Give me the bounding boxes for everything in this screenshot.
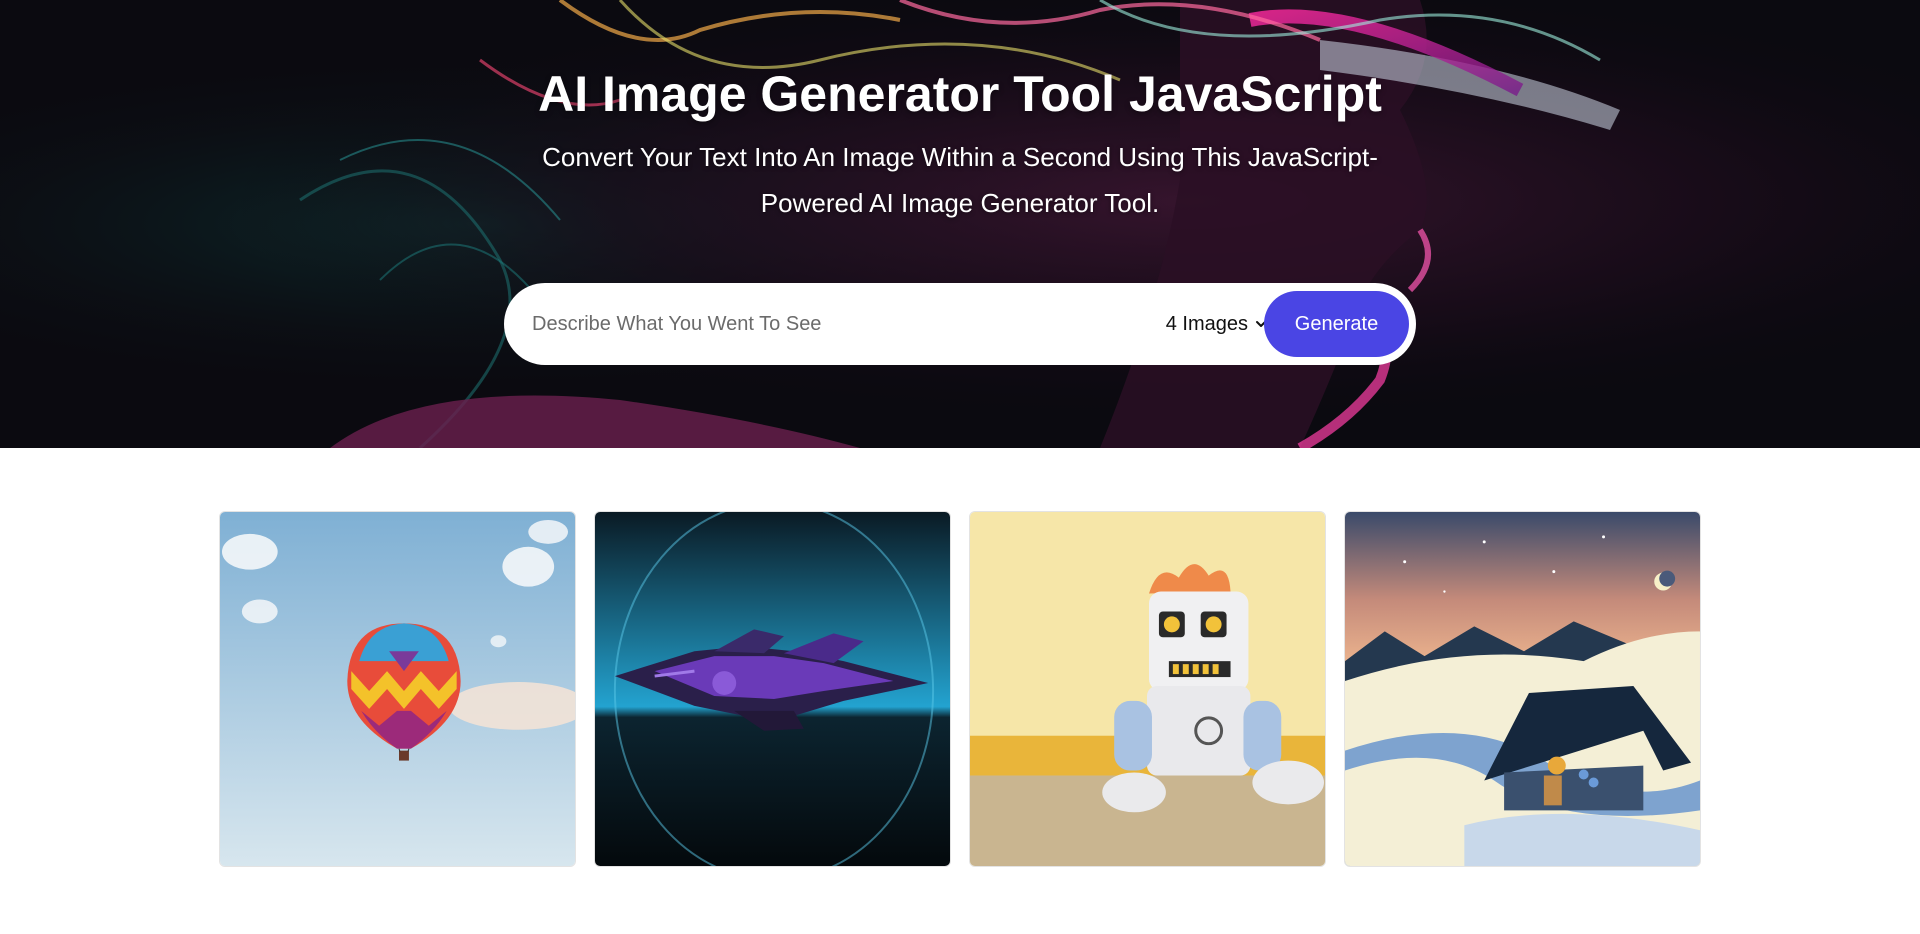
gallery-card[interactable] [219, 511, 576, 867]
image-count-value: 4 Images [1165, 312, 1248, 335]
hero-section: AI Image Generator Tool JavaScript Conve… [0, 0, 1920, 448]
robot-toy-image [970, 512, 1325, 866]
hot-air-balloon-image [220, 512, 575, 866]
image-count-select[interactable]: 4 Images [1138, 305, 1268, 343]
gallery-card[interactable] [969, 511, 1326, 867]
snowy-house-image [1345, 512, 1700, 866]
page-title: AI Image Generator Tool JavaScript [538, 66, 1382, 122]
generate-button[interactable]: Generate [1264, 291, 1409, 357]
gallery-card[interactable] [1344, 511, 1701, 867]
page-subtitle: Convert Your Text Into An Image Within a… [542, 142, 1378, 218]
spaceship-image [595, 512, 950, 866]
prompt-form: 4 Images Generate [504, 283, 1416, 365]
prompt-input[interactable] [532, 301, 1112, 347]
image-gallery [219, 511, 1701, 867]
hero-content: AI Image Generator Tool JavaScript Conve… [0, 0, 1920, 448]
gallery-card[interactable] [594, 511, 951, 867]
